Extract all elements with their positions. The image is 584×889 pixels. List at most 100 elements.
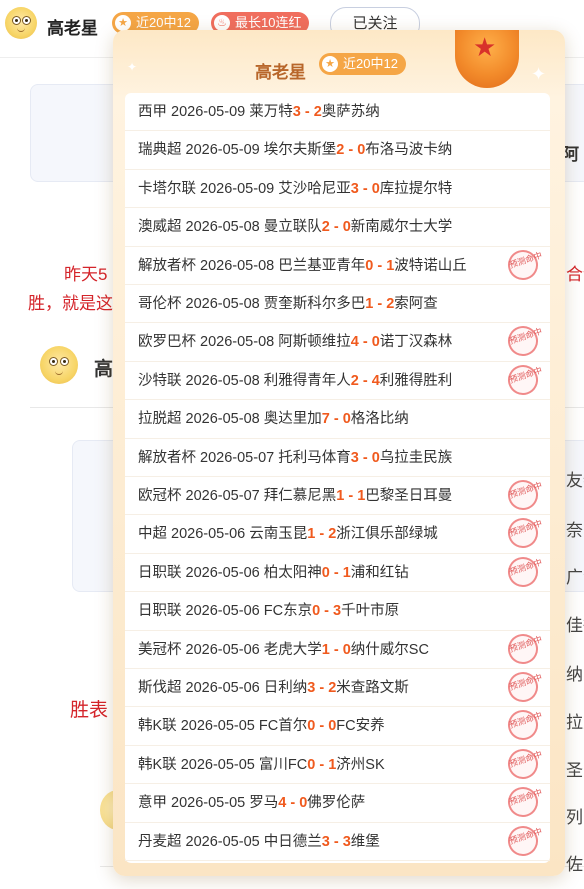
score-separator: - (315, 718, 329, 735)
score-separator: - (286, 795, 300, 812)
away-score: 0 (342, 219, 351, 236)
match-row[interactable]: 澳威超 2026-05-08 曼立联队2 - 0新南威尔士大学 (125, 208, 550, 247)
match-league: 拉脱超 (138, 411, 182, 428)
prediction-hit-stamp: 预测命中 (504, 476, 543, 514)
home-team: 中日德兰 (263, 833, 322, 850)
match-text: 丹麦超 2026-05-05 中日德兰3 - 3维堡 (138, 823, 380, 861)
sparkle-icon: ✦ (127, 60, 138, 74)
match-date: 2026-05-06 (171, 526, 246, 543)
match-date: 2026-05-08 (185, 411, 260, 428)
match-league: 美冠杯 (138, 641, 182, 658)
score-separator: - (329, 411, 343, 428)
away-team: 索阿查 (394, 296, 438, 312)
match-league: 日职联 (138, 564, 182, 581)
away-team: 佛罗伦萨 (307, 795, 366, 812)
home-team: 拜仁慕尼黑 (263, 488, 337, 504)
match-row[interactable]: 中超 2026-05-06 云南玉昆1 - 2浙江俱乐部绿城 预测命中 (125, 514, 550, 554)
away-team: 布洛马波卡纳 (365, 142, 453, 159)
match-row[interactable]: 西甲 2026-05-09 莱万特3 - 2奥萨苏纳 (125, 93, 550, 132)
prediction-hit-stamp: 预测命中 (504, 245, 543, 284)
home-team: 利雅得青年人 (263, 372, 351, 389)
match-league: 日职联 (138, 603, 182, 620)
background-clipped-text: 佐 (566, 855, 583, 874)
background-clipped-text: 纳 (566, 665, 583, 684)
match-row[interactable]: 拉脱超 2026-05-08 奥达里加7 - 0格洛比纳 (125, 400, 550, 439)
home-team: 罗马 (249, 795, 279, 812)
match-text: 欧罗巴杯 2026-05-08 阿斯顿维拉4 - 0诺丁汉森林 (138, 323, 452, 361)
match-row[interactable]: 丹麦超 2026-05-05 中日德兰3 - 3维堡 预测命中 (125, 821, 550, 861)
background-clipped-text: 广汶 (566, 568, 584, 587)
match-row[interactable]: 美冠杯 2026-05-06 老虎大学1 - 0纳什威尔SC 预测命中 (125, 629, 550, 669)
record-popup: ✦ ✦ 高老星 ★ 近20中12 西甲 2026-05-09 莱万特3 - 2奥… (113, 30, 565, 876)
away-team: 浦和红钻 (350, 564, 409, 581)
home-score: 3 (292, 104, 301, 120)
match-date: 2026-05-05 (180, 718, 255, 735)
match-date: 2026-05-09 (185, 142, 260, 159)
match-text: 韩K联 2026-05-05 FC首尔0 - 0FC安养 (138, 707, 385, 745)
match-row[interactable]: 韩K联 2026-05-05 FC首尔0 - 0FC安养 预测命中 (125, 706, 550, 746)
score-separator: - (320, 603, 334, 620)
away-team: 诺丁汉森林 (379, 334, 453, 351)
away-team: 米查路文斯 (336, 680, 409, 696)
score-separator: - (358, 180, 372, 197)
score-separator: - (344, 142, 358, 159)
away-team: 利雅得胜利 (379, 372, 453, 389)
match-text: 欧冠杯 2026-05-07 拜仁慕尼黑1 - 1巴黎圣日耳曼 (138, 477, 452, 515)
background-user-name: 高 (94, 359, 114, 380)
match-row[interactable]: 解放者杯 2026-05-08 巴兰基亚青年0 - 1波特诺山丘 预测命中 (125, 245, 550, 285)
background-clipped-text: 友特 (566, 471, 584, 490)
avatar-mouth (17, 28, 25, 32)
score-separator: - (300, 104, 314, 120)
comment-avatar[interactable] (40, 346, 78, 384)
match-league: 瑞典超 (138, 142, 182, 159)
away-team: 新南威尔士大学 (350, 219, 453, 236)
match-row[interactable]: 欧罗巴杯 2026-05-08 阿斯顿维拉4 - 0诺丁汉森林 预测命中 (125, 322, 550, 362)
match-league: 韩K联 (138, 756, 177, 773)
match-text: 意甲 2026-05-05 罗马4 - 0佛罗伦萨 (138, 784, 365, 822)
match-text: 西甲 2026-05-09 莱万特3 - 2奥萨苏纳 (138, 93, 380, 131)
match-row[interactable]: 欧冠杯 2026-05-07 拜仁慕尼黑1 - 1巴黎圣日耳曼 预测命中 (125, 476, 550, 516)
match-list[interactable]: 西甲 2026-05-09 莱万特3 - 2奥萨苏纳 瑞典超 2026-05-09… (125, 93, 550, 863)
away-score: 0 (342, 641, 351, 658)
match-date: 2026-05-06 (185, 564, 260, 581)
user-avatar[interactable] (5, 7, 37, 39)
match-row[interactable]: 沙特联 2026-05-08 利雅得青年人2 - 4利雅得胜利 预测命中 (125, 360, 550, 401)
home-team: 奥达里加 (263, 411, 322, 428)
match-row[interactable]: 日职联 2026-05-06 FC东京0 - 3千叶市原 (125, 592, 550, 631)
match-row[interactable]: 韩K联 2026-05-05 富川FC0 - 1济州SK 预测命中 (125, 744, 550, 785)
match-row[interactable]: 解放者杯 2026-05-07 托利马体育3 - 0乌拉圭民族 (125, 439, 550, 477)
background-article-line: 胜，就是这 (28, 294, 113, 313)
home-team: 柏太阳神 (263, 564, 322, 581)
score-separator: - (329, 641, 343, 658)
star-icon: ★ (115, 15, 131, 31)
match-date: 2026-05-08 (185, 372, 260, 389)
match-text: 卡塔尔联 2026-05-09 艾沙哈尼亚3 - 0库拉提尔特 (138, 170, 452, 208)
away-team: 格洛比纳 (350, 411, 409, 428)
avatar-eye (12, 16, 21, 25)
match-row[interactable]: 斯伐超 2026-05-06 日利纳3 - 2米查路文斯 预测命中 (125, 668, 550, 708)
match-text: 沙特联 2026-05-08 利雅得青年人2 - 4利雅得胜利 (138, 362, 452, 400)
match-row[interactable]: 意甲 2026-05-05 罗马4 - 0佛罗伦萨 预测命中 (125, 783, 550, 823)
score-separator: - (329, 564, 343, 581)
home-score: 3 (350, 180, 359, 197)
home-score: 1 (321, 641, 330, 658)
match-row[interactable]: 卡塔尔联 2026-05-09 艾沙哈尼亚3 - 0库拉提尔特 (125, 170, 550, 209)
user-name: 高老星 (47, 19, 98, 38)
background-clipped-text: 佳得 (566, 616, 584, 635)
away-team: 巴黎圣日耳曼 (365, 488, 453, 504)
home-team: 贾奎斯科尔多巴 (263, 296, 366, 312)
match-row[interactable]: 哥伦杯 2026-05-08 贾奎斯科尔多巴1 - 2索阿查 (125, 285, 550, 324)
away-team: 浙江俱乐部绿城 (336, 526, 438, 543)
sparkle-icon: ✦ (531, 64, 547, 84)
match-league: 解放者杯 (138, 257, 196, 274)
match-row[interactable]: 日职联 2026-05-06 柏太阳神0 - 1浦和红钻 预测命中 (125, 552, 550, 593)
prediction-hit-stamp: 预测命中 (504, 783, 543, 822)
background-clipped-text: 奈阿 (566, 521, 584, 540)
background-clipped-text: 合计 (566, 265, 584, 284)
avatar-eye (49, 357, 58, 366)
home-score: 3 (350, 449, 359, 466)
background-red-label: 胜表 (70, 700, 109, 721)
recent-record-text: 近20中12 (136, 15, 191, 30)
streak-text: 最长10连红 (235, 15, 302, 30)
match-row[interactable]: 瑞典超 2026-05-09 埃尔夫斯堡2 - 0布洛马波卡纳 (125, 131, 550, 170)
